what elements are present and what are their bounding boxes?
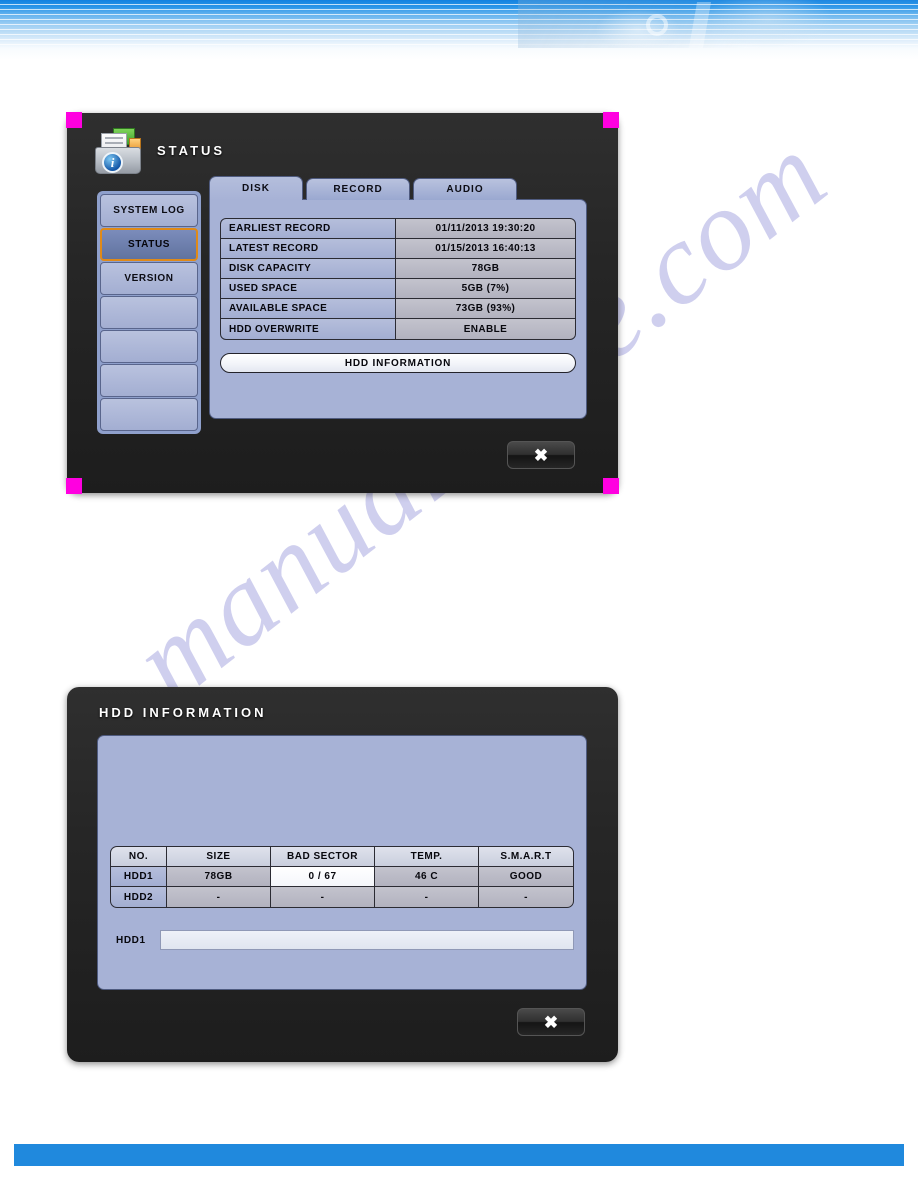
banner-ghost-bar (688, 2, 712, 48)
cell-bad-sector: - (271, 887, 375, 907)
tab-label: RECORD (333, 184, 383, 195)
status-dialog-body: SYSTEM LOG STATUS VERSION DISK RECORD AU… (97, 176, 587, 444)
row-label: EARLIEST RECORD (221, 219, 396, 238)
row-value: ENABLE (396, 319, 575, 339)
status-dialog-title: STATUS (157, 142, 226, 158)
hdd-detail-field[interactable] (159, 930, 574, 950)
close-button[interactable]: ✖ (517, 1008, 585, 1036)
icon-info-badge: i (102, 152, 123, 173)
status-tab-bar: DISK RECORD AUDIO (209, 176, 587, 200)
column-header-bad-sector: BAD SECTOR (271, 847, 375, 866)
tab-disk[interactable]: DISK (209, 176, 303, 200)
sidebar-item-version[interactable]: VERSION (100, 262, 198, 295)
corner-marker-bottom-right (603, 478, 619, 494)
cell-bad-sector[interactable]: 0 / 67 (271, 867, 375, 886)
tab-audio[interactable]: AUDIO (413, 178, 517, 200)
row-value: 01/15/2013 16:40:13 (396, 239, 575, 258)
sidebar-item-empty-2 (100, 330, 198, 363)
status-document-info-icon: i (93, 125, 143, 175)
sidebar-item-empty-1 (100, 296, 198, 329)
cell-no: HDD2 (111, 887, 167, 907)
hdd-detail-label: HDD1 (116, 934, 146, 946)
banner-ghost-image (518, 0, 918, 48)
hdd-table: NO. SIZE BAD SECTOR TEMP. S.M.A.R.T HDD1… (110, 846, 574, 908)
corner-marker-top-right (603, 112, 619, 128)
cell-no: HDD1 (111, 867, 167, 886)
cell-temp: 46 C (375, 867, 479, 886)
row-label: LATEST RECORD (221, 239, 396, 258)
sidebar-item-empty-4 (100, 398, 198, 431)
corner-marker-top-left (66, 112, 82, 128)
column-header-no: NO. (111, 847, 167, 866)
row-label: AVAILABLE SPACE (221, 299, 396, 318)
sidebar-item-empty-3 (100, 364, 198, 397)
status-dialog: i STATUS SYSTEM LOG STATUS VERSION DISK … (66, 112, 619, 494)
table-header-row: NO. SIZE BAD SECTOR TEMP. S.M.A.R.T (111, 847, 573, 867)
table-row[interactable]: HDD1 78GB 0 / 67 46 C GOOD (111, 867, 573, 887)
tab-label: AUDIO (446, 184, 484, 195)
close-icon: ✖ (533, 445, 549, 465)
cell-temp: - (375, 887, 479, 907)
hdd-dialog-body: NO. SIZE BAD SECTOR TEMP. S.M.A.R.T HDD1… (97, 735, 587, 990)
cell-smart: - (479, 887, 573, 907)
hdd-blank-area (110, 748, 574, 846)
close-button[interactable]: ✖ (507, 441, 575, 469)
row-label: USED SPACE (221, 279, 396, 298)
disk-info-table: EARLIEST RECORD 01/11/2013 19:30:20 LATE… (220, 218, 576, 340)
sidebar-item-label: STATUS (127, 239, 171, 250)
table-row: HDD OVERWRITE ENABLE (221, 319, 575, 339)
row-value: 5GB (7%) (396, 279, 575, 298)
corner-marker-bottom-left (66, 478, 82, 494)
table-row: DISK CAPACITY 78GB (221, 259, 575, 279)
sidebar-item-label: SYSTEM LOG (113, 205, 185, 216)
row-label: DISK CAPACITY (221, 259, 396, 278)
banner-fade-edge (0, 48, 918, 60)
column-header-smart: S.M.A.R.T (479, 847, 573, 866)
column-header-temp: TEMP. (375, 847, 479, 866)
page-header-banner (0, 0, 918, 48)
hdd-information-dialog: HDD INFORMATION NO. SIZE BAD SECTOR TEMP… (67, 687, 618, 1062)
cell-smart: GOOD (479, 867, 573, 886)
status-dialog-header: i STATUS (93, 125, 225, 175)
sidebar-item-label: VERSION (124, 273, 174, 284)
page-footer-bar (14, 1144, 904, 1166)
table-row: LATEST RECORD 01/15/2013 16:40:13 (221, 239, 575, 259)
hdd-dialog-title: HDD INFORMATION (99, 705, 267, 720)
cell-size: 78GB (167, 867, 271, 886)
disk-tab-panel: EARLIEST RECORD 01/11/2013 19:30:20 LATE… (209, 199, 587, 419)
table-row[interactable]: HDD2 - - - - (111, 887, 573, 907)
banner-ghost-circle-icon (646, 14, 668, 36)
column-header-size: SIZE (167, 847, 271, 866)
status-main-area: DISK RECORD AUDIO EARLIEST RECORD 01/11/… (209, 176, 587, 419)
hdd-information-button[interactable]: HDD INFORMATION (220, 353, 576, 373)
table-row: EARLIEST RECORD 01/11/2013 19:30:20 (221, 219, 575, 239)
tab-label: DISK (242, 183, 270, 194)
row-value: 73GB (93%) (396, 299, 575, 318)
tab-record[interactable]: RECORD (306, 178, 410, 200)
sidebar-item-system-log[interactable]: SYSTEM LOG (100, 194, 198, 227)
table-row: USED SPACE 5GB (7%) (221, 279, 575, 299)
sidebar-item-status[interactable]: STATUS (100, 228, 198, 261)
hdd-detail-row: HDD1 (110, 930, 574, 950)
row-label: HDD OVERWRITE (221, 319, 396, 339)
close-icon: ✖ (543, 1012, 559, 1032)
row-value: 01/11/2013 19:30:20 (396, 219, 575, 238)
table-row: AVAILABLE SPACE 73GB (93%) (221, 299, 575, 319)
status-sidebar: SYSTEM LOG STATUS VERSION (97, 191, 201, 434)
cell-size: - (167, 887, 271, 907)
row-value: 78GB (396, 259, 575, 278)
